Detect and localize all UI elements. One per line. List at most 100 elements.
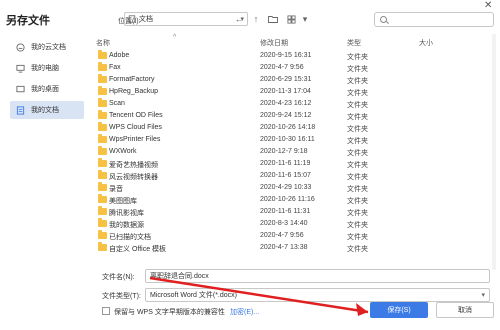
column-header-date[interactable]: 修改日期 (260, 38, 288, 48)
list-item[interactable]: Scan 2020-4-23 16:12 文件夹 (92, 98, 498, 109)
list-item[interactable]: 腾讯影视库 2020-11-6 11:31 文件夹 (92, 206, 498, 217)
sidebar-item-my-documents[interactable]: 我的文档 (10, 101, 84, 119)
folder-icon (98, 50, 107, 59)
filename-value: 离职辞退合同.docx (150, 273, 209, 280)
list-item[interactable]: WpsPrinter Files 2020-10-30 16:11 文件夹 (92, 134, 498, 145)
list-item[interactable]: Fax 2020-4-7 9:56 文件夹 (92, 62, 498, 73)
view-grid-icon[interactable] (284, 12, 298, 26)
file-date: 2020-4-23 16:12 (260, 100, 312, 107)
file-name: WpsPrinter Files (109, 136, 161, 143)
file-name: Tencent OD Files (109, 112, 163, 119)
encrypt-link[interactable]: 加密(E)... (230, 307, 259, 317)
list-item[interactable]: WPS Cloud Files 2020-10-26 14:18 文件夹 (92, 122, 498, 133)
list-item[interactable]: 风云视频转换器 2020-11-6 15:07 文件夹 (92, 170, 498, 181)
save-file-dialog: 另存文件 ✕ 我的云文档 我的电脑 我的桌面 我的文档 位置(I): 文档 ▾ … (0, 0, 500, 330)
file-name: Fax (109, 64, 121, 71)
up-icon[interactable]: ↑ (249, 12, 263, 26)
folder-icon (98, 110, 107, 119)
dialog-title: 另存文件 (6, 15, 50, 27)
view-options-chevron-icon[interactable]: ▾ (298, 12, 312, 26)
location-dropdown[interactable]: 文档 ▾ (124, 12, 248, 26)
folder-icon (98, 170, 107, 179)
filename-field[interactable]: 离职辞退合同.docx (145, 269, 490, 283)
cloud-icon (16, 42, 25, 52)
folder-icon (98, 74, 107, 83)
chevron-down-icon[interactable]: ▾ (481, 291, 485, 299)
sidebar-item-label: 我的云文档 (31, 44, 66, 51)
file-date: 2020-6-29 15:31 (260, 76, 312, 83)
folder-icon (98, 218, 107, 227)
list-item[interactable]: 自定义 Office 模板 2020-4-7 13:38 文件夹 (92, 242, 498, 253)
file-date: 2020-4-7 9:56 (260, 64, 304, 71)
column-header-name[interactable]: 名称 (96, 38, 110, 48)
compat-label: 保留与 WPS 文字早期版本的兼容性 (114, 309, 225, 316)
file-date: 2020-9-24 15:12 (260, 112, 312, 119)
file-name: 风云视频转换器 (109, 174, 158, 181)
file-date: 2020-11-6 15:07 (260, 172, 311, 179)
location-value: 文档 (139, 16, 153, 23)
column-header-type[interactable]: 类型 (347, 38, 361, 48)
list-item[interactable]: Adobe 2020-9-15 16:31 文件夹 (92, 50, 498, 61)
close-icon[interactable]: ✕ (484, 0, 492, 11)
cancel-button[interactable]: 取消 (436, 302, 494, 318)
file-name: 录音 (109, 186, 123, 193)
file-date: 2020-9-15 16:31 (260, 52, 312, 59)
list-item[interactable]: 我的数据源 2020-8-3 14:40 文件夹 (92, 218, 498, 229)
sidebar-item-label: 我的电脑 (31, 65, 59, 72)
filetype-label: 文件类型(T): (102, 293, 141, 300)
documents-icon (16, 105, 25, 115)
file-type: 文件夹 (347, 198, 368, 205)
file-date: 2020-10-26 14:18 (260, 124, 316, 131)
list-item[interactable]: HpReg_Backup 2020-11-3 17:04 文件夹 (92, 86, 498, 97)
save-button[interactable]: 保存(S) (370, 302, 428, 318)
file-date: 2020-4-29 10:33 (260, 184, 312, 191)
file-name: 我的数据源 (109, 222, 144, 229)
file-type: 文件夹 (347, 162, 368, 169)
list-item[interactable]: 录音 2020-4-29 10:33 文件夹 (92, 182, 498, 193)
file-date: 2020-10-26 11:16 (260, 196, 315, 203)
file-type: 文件夹 (347, 186, 368, 193)
location-toolbar: 位置(I): 文档 ▾ ← ↑ ▾ (94, 12, 496, 28)
filetype-select[interactable]: Microsoft Word 文件(*.docx) ▾ (145, 288, 490, 302)
file-date: 2020-4-7 9:56 (260, 232, 304, 239)
file-name: FormatFactory (109, 76, 155, 83)
list-item[interactable]: FormatFactory 2020-6-29 15:31 文件夹 (92, 74, 498, 85)
file-date: 2020-4-7 13:38 (260, 244, 308, 251)
new-folder-icon[interactable] (266, 12, 280, 26)
compat-checkbox[interactable] (102, 307, 110, 315)
file-name: Adobe (109, 52, 130, 59)
back-icon[interactable]: ← (232, 12, 246, 26)
search-icon (380, 16, 387, 23)
file-name: 自定义 Office 模板 (109, 246, 167, 253)
sidebar-item-my-desktop[interactable]: 我的桌面 (10, 80, 84, 98)
folder-icon (98, 146, 107, 155)
file-type: 文件夹 (347, 234, 368, 241)
list-item[interactable]: 美图图库 2020-10-26 11:16 文件夹 (92, 194, 498, 205)
file-date: 2020-12-7 9:18 (260, 148, 308, 155)
vertical-scrollbar[interactable] (492, 34, 496, 270)
sidebar-item-label: 我的桌面 (31, 86, 59, 93)
file-type: 文件夹 (347, 54, 368, 61)
list-item[interactable]: 爱奇艺热播视频 2020-11-6 11:19 文件夹 (92, 158, 498, 169)
file-type: 文件夹 (347, 174, 368, 181)
dialog-footer: 文件名(N): 离职辞退合同.docx 文件类型(T): Microsoft W… (0, 262, 500, 330)
folder-icon (98, 122, 107, 131)
sidebar-item-my-computer[interactable]: 我的电脑 (10, 59, 84, 77)
folder-icon (98, 206, 107, 215)
sidebar-item-cloud-docs[interactable]: 我的云文档 (10, 38, 84, 56)
list-item[interactable]: 已扫描的文档 2020-4-7 9:56 文件夹 (92, 230, 498, 241)
folder-icon (98, 242, 107, 251)
folder-icon (98, 230, 107, 239)
search-input[interactable] (374, 12, 494, 27)
file-type: 文件夹 (347, 246, 368, 253)
file-name: 腾讯影视库 (109, 210, 144, 217)
column-header-size[interactable]: 大小 (419, 38, 433, 48)
sidebar-item-label: 我的文档 (31, 107, 59, 114)
documents-icon (128, 15, 136, 23)
file-date: 2020-11-3 17:04 (260, 88, 311, 95)
list-item[interactable]: Tencent OD Files 2020-9-24 15:12 文件夹 (92, 110, 498, 121)
file-name: 已扫描的文档 (109, 234, 151, 241)
file-type: 文件夹 (347, 114, 368, 121)
list-item[interactable]: WXWork 2020-12-7 9:18 文件夹 (92, 146, 498, 157)
folder-icon (98, 86, 107, 95)
